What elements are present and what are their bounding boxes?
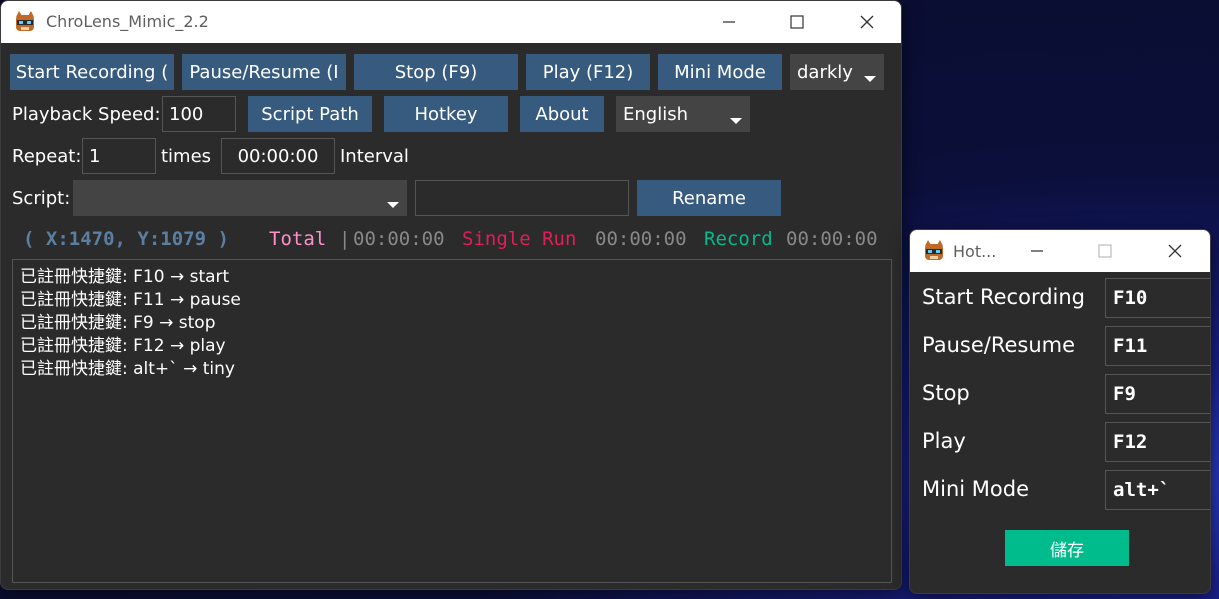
hotkey-title-bar[interactable]: Hot... [910, 230, 1210, 272]
app-logo-icon [16, 11, 34, 31]
hotkey-label-mini-mode: Mini Mode [922, 477, 1029, 501]
playback-speed-label: Playback Speed: [12, 104, 161, 125]
rename-button[interactable]: Rename [637, 180, 781, 216]
title-bar[interactable]: ChroLens_Mimic_2.2 [1, 1, 901, 43]
hotkey-button[interactable]: Hotkey [384, 96, 508, 132]
stop-button[interactable]: Stop (F9) [354, 54, 518, 90]
playback-speed-input[interactable]: 100 [162, 96, 236, 132]
hotkey-label-play: Play [922, 429, 966, 453]
script-select[interactable] [73, 180, 407, 216]
log-line: 已註冊快捷鍵: F9 → stop [20, 313, 216, 333]
hotkey-label-pause-resume: Pause/Resume [922, 333, 1076, 357]
log-output[interactable]: 已註冊快捷鍵: F10 → start 已註冊快捷鍵: F11 → pause … [12, 259, 892, 583]
hotkey-input-mini-mode[interactable]: alt+` [1105, 470, 1210, 510]
repeat-label: Repeat: [12, 146, 82, 167]
hotkey-input-play[interactable]: F12 [1105, 422, 1210, 462]
close-icon [860, 15, 874, 29]
language-select[interactable]: English [616, 96, 750, 132]
record-time: 00:00:00 [786, 228, 878, 250]
theme-select[interactable]: darkly [790, 54, 884, 90]
language-select-value: English [623, 103, 688, 125]
single-run-time: 00:00:00 [595, 228, 687, 250]
log-line: 已註冊快捷鍵: F12 → play [20, 336, 226, 356]
log-line: 已註冊快捷鍵: alt+` → tiny [20, 359, 235, 379]
hotkey-window-title: Hot... [953, 242, 997, 261]
maximize-icon [1098, 244, 1112, 258]
hotkey-window: Hot... Start Recording F10 Pause/Resume … [909, 229, 1211, 594]
close-button[interactable] [1152, 230, 1198, 272]
log-line: 已註冊快捷鍵: F10 → start [20, 267, 230, 287]
single-run-label: Single Run [462, 228, 577, 250]
chevron-down-icon [730, 118, 742, 124]
total-label: Total [269, 228, 327, 250]
log-line: 已註冊快捷鍵: F11 → pause [20, 290, 241, 310]
rename-input[interactable] [415, 180, 629, 216]
minimize-icon [1031, 250, 1043, 252]
script-path-button[interactable]: Script Path [248, 96, 372, 132]
total-time: 00:00:00 [353, 228, 445, 250]
pause-resume-button[interactable]: Pause/Resume (I [182, 54, 346, 90]
mini-mode-button[interactable]: Mini Mode [658, 54, 782, 90]
play-button[interactable]: Play (F12) [526, 54, 650, 90]
hotkey-input-stop[interactable]: F9 [1105, 374, 1210, 414]
theme-select-value: darkly [797, 61, 853, 83]
app-logo-icon [925, 240, 943, 260]
minimize-button[interactable] [1014, 230, 1060, 272]
record-label: Record [704, 228, 773, 250]
repeat-input[interactable]: 1 [82, 138, 156, 174]
minimize-button[interactable] [706, 1, 752, 43]
maximize-button[interactable] [1082, 230, 1128, 272]
script-label: Script: [12, 188, 71, 209]
hotkey-input-pause-resume[interactable]: F11 [1105, 326, 1210, 366]
window-title: ChroLens_Mimic_2.2 [46, 12, 209, 31]
start-recording-button[interactable]: Start Recording ( [10, 54, 174, 90]
total-divider: | [339, 228, 351, 250]
close-icon [1168, 244, 1182, 258]
close-button[interactable] [844, 1, 890, 43]
chevron-down-icon [387, 202, 399, 208]
interval-label: Interval [340, 146, 409, 167]
maximize-button[interactable] [774, 1, 820, 43]
chevron-down-icon [864, 76, 876, 82]
interval-input[interactable]: 00:00:00 [221, 138, 335, 174]
hotkey-input-start-recording[interactable]: F10 [1105, 278, 1210, 318]
times-label: times [161, 146, 212, 167]
hotkey-label-stop: Stop [922, 381, 970, 405]
main-window: ChroLens_Mimic_2.2 Start Recording ( Pau… [0, 0, 902, 590]
hotkey-label-start-recording: Start Recording [922, 285, 1086, 309]
maximize-icon [790, 15, 804, 29]
about-button[interactable]: About [520, 96, 604, 132]
save-button[interactable]: 儲存 [1005, 530, 1129, 566]
coordinates-readout: ( X:1470, Y:1079 ) [23, 228, 229, 250]
minimize-icon [723, 21, 735, 23]
